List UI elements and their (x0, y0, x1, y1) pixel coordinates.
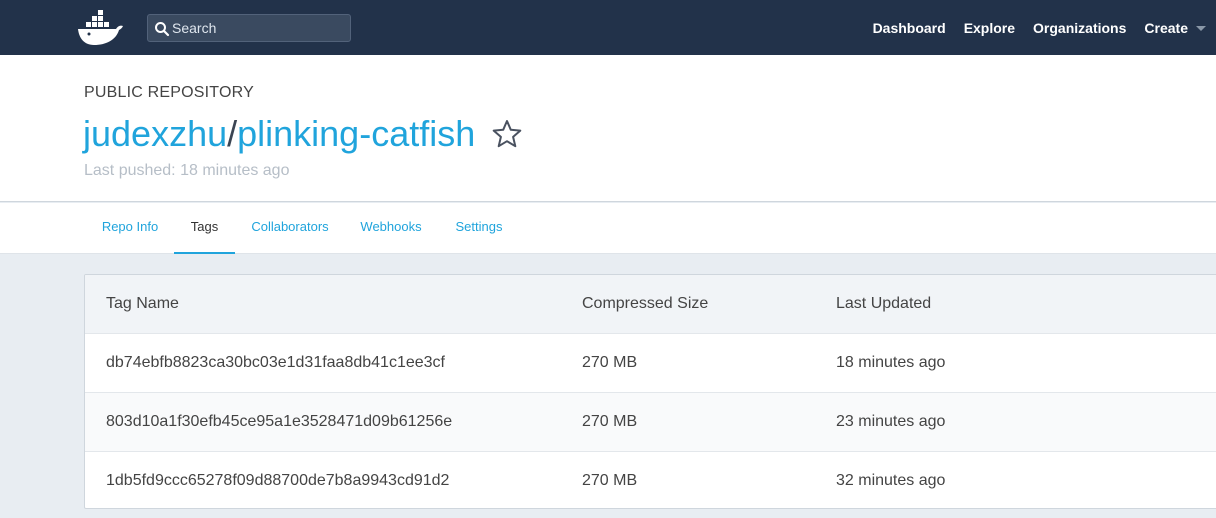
table-header-row: Tag Name Compressed Size Last Updated (85, 275, 1216, 334)
repo-name-link[interactable]: plinking-catfish (237, 113, 475, 155)
table-row[interactable]: 1db5fd9ccc65278f09d88700de7b8a9943cd91d2… (85, 451, 1216, 508)
docker-logo-icon[interactable] (76, 10, 126, 46)
last-updated-cell: 23 minutes ago (836, 413, 946, 430)
nav-create-dropdown[interactable]: Create (1144, 20, 1206, 36)
tag-name-cell: 803d10a1f30efb45ce95a1e3528471d09b61256e (106, 413, 453, 430)
nav-explore-link[interactable]: Explore (964, 20, 1015, 36)
column-header-last-updated[interactable]: Last Updated (836, 275, 931, 332)
tab-settings[interactable]: Settings (446, 203, 512, 254)
tag-name-cell: 1db5fd9ccc65278f09d88700de7b8a9943cd91d2 (106, 472, 450, 489)
caret-down-icon (1196, 25, 1206, 31)
compressed-size-cell: 270 MB (582, 354, 638, 371)
column-header-compressed-size[interactable]: Compressed Size (582, 275, 708, 332)
nav-dashboard-link[interactable]: Dashboard (873, 20, 946, 36)
tab-webhooks[interactable]: Webhooks (352, 203, 430, 254)
repo-header: PUBLIC REPOSITORY judexzhu / plinking-ca… (0, 55, 1216, 202)
column-header-tag-name[interactable]: Tag Name (106, 275, 179, 332)
top-navbar: Dashboard Explore Organizations Create (0, 0, 1216, 55)
repo-namespace-link[interactable]: judexzhu (83, 113, 227, 155)
repo-tabs: Repo Info Tags Collaborators Webhooks Se… (0, 203, 1216, 254)
repo-title: judexzhu / plinking-catfish (83, 113, 523, 155)
repo-title-separator: / (227, 113, 238, 154)
table-row[interactable]: db74ebfb8823ca30bc03e1d31faa8db41c1ee3cf… (85, 333, 1216, 392)
tab-repo-info[interactable]: Repo Info (92, 203, 168, 254)
last-pushed-text: Last pushed: 18 minutes ago (84, 162, 290, 179)
create-label: Create (1144, 19, 1188, 36)
last-updated-cell: 18 minutes ago (836, 354, 946, 371)
nav-organizations-link[interactable]: Organizations (1033, 20, 1126, 36)
tab-tags[interactable]: Tags (174, 203, 235, 254)
search-input[interactable] (172, 15, 348, 41)
table-row[interactable]: 803d10a1f30efb45ce95a1e3528471d09b61256e… (85, 392, 1216, 451)
tab-collaborators[interactable]: Collaborators (243, 203, 337, 254)
search-icon (155, 22, 170, 37)
star-outline-icon[interactable] (491, 118, 523, 150)
repo-visibility-label: PUBLIC REPOSITORY (84, 84, 254, 101)
main-nav: Dashboard Explore Organizations Create (855, 0, 1216, 55)
compressed-size-cell: 270 MB (582, 413, 638, 430)
search-box[interactable] (147, 14, 351, 42)
last-updated-cell: 32 minutes ago (836, 472, 946, 489)
tag-name-cell: db74ebfb8823ca30bc03e1d31faa8db41c1ee3cf (106, 354, 445, 371)
tags-table: Tag Name Compressed Size Last Updated db… (84, 274, 1216, 509)
compressed-size-cell: 270 MB (582, 472, 638, 489)
